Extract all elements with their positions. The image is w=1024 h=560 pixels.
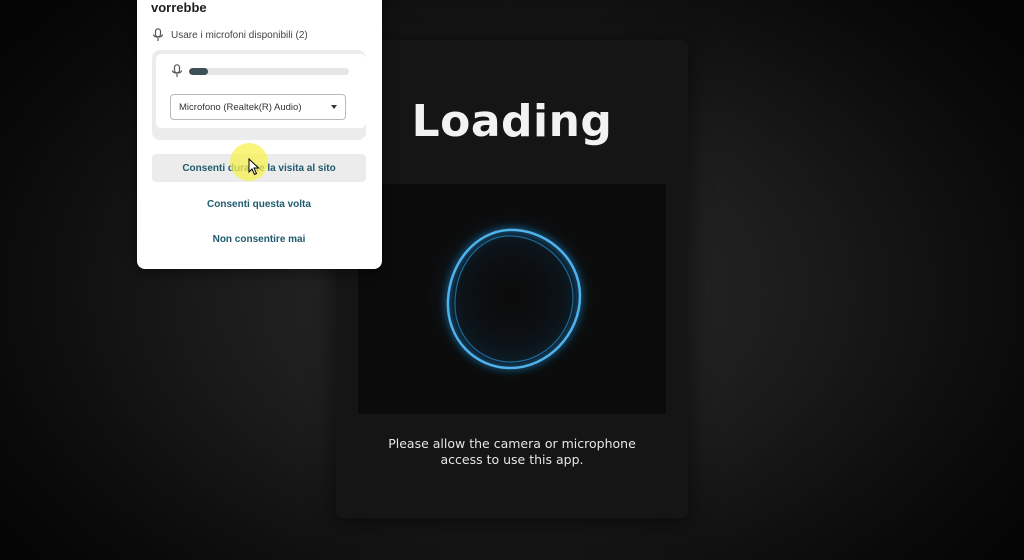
- allow-this-time-button[interactable]: Consenti questa volta: [152, 190, 366, 218]
- device-picker-inner: Microfono (Realtek(R) Audio): [156, 54, 366, 128]
- permission-request: Usare i microfoni disponibili (2): [152, 28, 308, 42]
- app-title: Loading: [411, 96, 613, 147]
- loading-ring-icon: [422, 206, 602, 386]
- permission-message: Please allow the camera or microphone ac…: [336, 436, 688, 468]
- app-card: Loading Please allow the camera or micro…: [336, 40, 688, 518]
- permission-request-label: Usare i microfoni disponibili (2): [171, 29, 308, 41]
- never-allow-button[interactable]: Non consentire mai: [152, 225, 366, 253]
- microphone-select-value: Microfono (Realtek(R) Audio): [179, 101, 302, 113]
- microphone-level-icon: [171, 64, 183, 78]
- chevron-down-icon: [331, 105, 337, 109]
- allow-while-visiting-button[interactable]: Consenti durante la visita al sito: [152, 154, 366, 182]
- microphone-icon: [152, 28, 164, 42]
- mic-level-fill: [189, 67, 209, 75]
- mic-level-meter: [189, 67, 349, 75]
- permission-message-line2: access to use this app.: [440, 452, 584, 467]
- video-preview: [358, 184, 666, 414]
- device-picker: Microfono (Realtek(R) Audio): [152, 50, 366, 140]
- permission-message-line1: Please allow the camera or microphone: [388, 436, 636, 451]
- popup-heading: vorrebbe: [151, 0, 207, 15]
- mic-level-row: [171, 64, 349, 78]
- microphone-select[interactable]: Microfono (Realtek(R) Audio): [170, 94, 346, 120]
- microphone-permission-popup: vorrebbe Usare i microfoni disponibili (…: [137, 0, 382, 269]
